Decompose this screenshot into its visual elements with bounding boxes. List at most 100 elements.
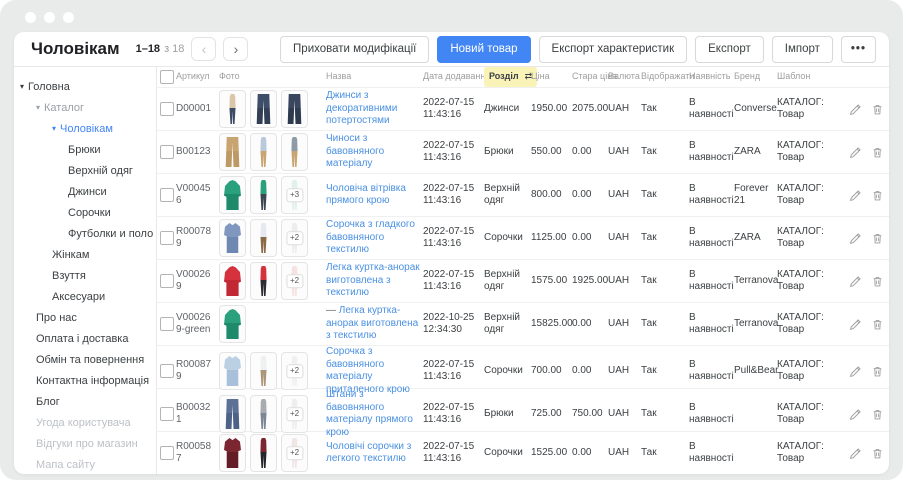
edit-button[interactable] — [849, 318, 862, 331]
column-header[interactable]: Фото — [219, 71, 326, 82]
window-close-dot[interactable] — [25, 12, 36, 23]
sidebar-item[interactable]: Обмін та повернення — [14, 349, 156, 370]
delete-button[interactable] — [871, 146, 884, 159]
column-header[interactable]: Розділ⇄ — [484, 67, 531, 86]
sidebar-item[interactable]: Відгуки про магазин — [14, 433, 156, 454]
edit-button[interactable] — [849, 365, 862, 378]
delete-button[interactable] — [871, 447, 884, 460]
delete-button[interactable] — [871, 408, 884, 421]
window-maximize-dot[interactable] — [63, 12, 74, 23]
sidebar-item[interactable]: Жінкам — [14, 244, 156, 265]
product-photo-thumbnail[interactable] — [250, 352, 277, 390]
product-photo-thumbnail[interactable] — [250, 133, 277, 171]
product-photo-thumbnail[interactable] — [219, 176, 246, 214]
delete-button[interactable] — [871, 232, 884, 245]
row-checkbox[interactable] — [160, 364, 174, 378]
product-photo-thumbnail[interactable] — [219, 352, 246, 390]
product-photo-thumbnail[interactable] — [219, 219, 246, 257]
product-photo-thumbnail[interactable] — [219, 434, 246, 472]
import-button[interactable]: Імпорт — [772, 36, 833, 63]
sidebar-item[interactable]: Сорочки — [14, 202, 156, 223]
product-photo-thumbnail[interactable]: +2 — [281, 352, 308, 390]
edit-button[interactable] — [849, 232, 862, 245]
product-photo-thumbnail[interactable] — [250, 262, 277, 300]
row-checkbox[interactable] — [160, 407, 174, 421]
edit-button[interactable] — [849, 103, 862, 116]
product-photo-thumbnail[interactable] — [250, 219, 277, 257]
product-photo-thumbnail[interactable] — [250, 176, 277, 214]
row-checkbox[interactable] — [160, 231, 174, 245]
row-checkbox[interactable] — [160, 274, 174, 288]
sidebar-item[interactable]: Угода користувача — [14, 412, 156, 433]
column-header[interactable]: Назва — [326, 71, 423, 82]
edit-button[interactable] — [849, 275, 862, 288]
product-photo-thumbnail[interactable] — [219, 133, 246, 171]
column-header[interactable]: Шаблон — [777, 71, 849, 82]
column-header[interactable]: Ціна — [531, 71, 572, 82]
product-photo-thumbnail[interactable]: +2 — [281, 262, 308, 300]
product-photo-thumbnail[interactable] — [250, 434, 277, 472]
product-name-link[interactable]: Легка куртка-анорак виготовлена з тексти… — [326, 305, 418, 341]
delete-button[interactable] — [871, 365, 884, 378]
export-characteristics-button[interactable]: Експорт характеристик — [539, 36, 688, 63]
product-photo-thumbnail[interactable] — [219, 395, 246, 433]
sidebar-item[interactable]: Футболки и поло — [14, 223, 156, 244]
edit-button[interactable] — [849, 447, 862, 460]
sidebar-item[interactable]: ▾Каталог — [14, 97, 156, 118]
sidebar-item[interactable]: Оплата і доставка — [14, 328, 156, 349]
sidebar-item[interactable]: Взуття — [14, 265, 156, 286]
new-product-button[interactable]: Новий товар — [437, 36, 530, 63]
hide-modifications-button[interactable]: Приховати модифікації — [280, 36, 429, 63]
edit-button[interactable] — [849, 408, 862, 421]
product-name-link[interactable]: Сорочка з бавовняного матеріалу притален… — [326, 346, 410, 395]
sidebar-item[interactable]: ▾Головна — [14, 76, 156, 97]
edit-button[interactable] — [849, 189, 862, 202]
export-button[interactable]: Експорт — [695, 36, 764, 63]
column-header[interactable]: Дата додавання — [423, 71, 484, 82]
select-all-checkbox[interactable] — [160, 70, 174, 84]
window-minimize-dot[interactable] — [44, 12, 55, 23]
delete-button[interactable] — [871, 318, 884, 331]
delete-button[interactable] — [871, 103, 884, 116]
row-checkbox[interactable] — [160, 145, 174, 159]
product-name-link[interactable]: Чоловічі сорочки з легкого текстилю — [326, 441, 411, 465]
delete-button[interactable] — [871, 189, 884, 202]
more-button[interactable]: ••• — [841, 36, 876, 63]
column-header[interactable]: Валюта — [608, 71, 641, 82]
product-photo-thumbnail[interactable] — [250, 395, 277, 433]
product-name-link[interactable]: Чоловіча вітрівка прямого крою — [326, 183, 406, 207]
product-name-link[interactable]: Штани з бавовняного матеріалу прямого кр… — [326, 389, 413, 438]
row-checkbox[interactable] — [160, 102, 174, 116]
edit-button[interactable] — [849, 146, 862, 159]
product-photo-thumbnail[interactable] — [219, 305, 246, 343]
column-header[interactable]: Наявність — [689, 71, 734, 82]
sidebar-item[interactable]: ▾Чоловікам — [14, 118, 156, 139]
column-header[interactable]: Стара ціна — [572, 71, 608, 82]
next-page-button[interactable]: › — [223, 37, 248, 61]
product-photo-thumbnail[interactable] — [219, 90, 246, 128]
column-header[interactable]: Артикул — [176, 71, 219, 82]
product-name-link[interactable]: Джинси з декоративними потертостями — [326, 90, 397, 126]
product-name-link[interactable]: Чиноси з бавовняного матеріалу — [326, 133, 384, 169]
product-name-link[interactable]: Сорочка з гладкого бавовняного текстилю — [326, 219, 415, 255]
row-checkbox[interactable] — [160, 446, 174, 460]
column-header[interactable]: Бренд — [734, 71, 777, 82]
prev-page-button[interactable]: ‹ — [191, 37, 216, 61]
sidebar-item[interactable]: Блог — [14, 391, 156, 412]
row-checkbox[interactable] — [160, 188, 174, 202]
product-photo-thumbnail[interactable]: +3 — [281, 176, 308, 214]
column-header[interactable]: Відображати — [641, 71, 689, 82]
sidebar-item[interactable]: Про нас — [14, 307, 156, 328]
sidebar-item[interactable]: Верхній одяг — [14, 160, 156, 181]
product-photo-thumbnail[interactable] — [281, 90, 308, 128]
product-name-link[interactable]: Легка куртка-анорак виготовлена з тексти… — [326, 262, 420, 298]
sidebar-item[interactable]: Брюки — [14, 139, 156, 160]
product-photo-thumbnail[interactable]: +2 — [281, 434, 308, 472]
product-photo-thumbnail[interactable]: +2 — [281, 395, 308, 433]
delete-button[interactable] — [871, 275, 884, 288]
sidebar-item[interactable]: Контактна інформація — [14, 370, 156, 391]
product-photo-thumbnail[interactable] — [250, 90, 277, 128]
row-checkbox[interactable] — [160, 317, 174, 331]
sidebar-item[interactable]: Аксесуари — [14, 286, 156, 307]
product-photo-thumbnail[interactable] — [281, 133, 308, 171]
